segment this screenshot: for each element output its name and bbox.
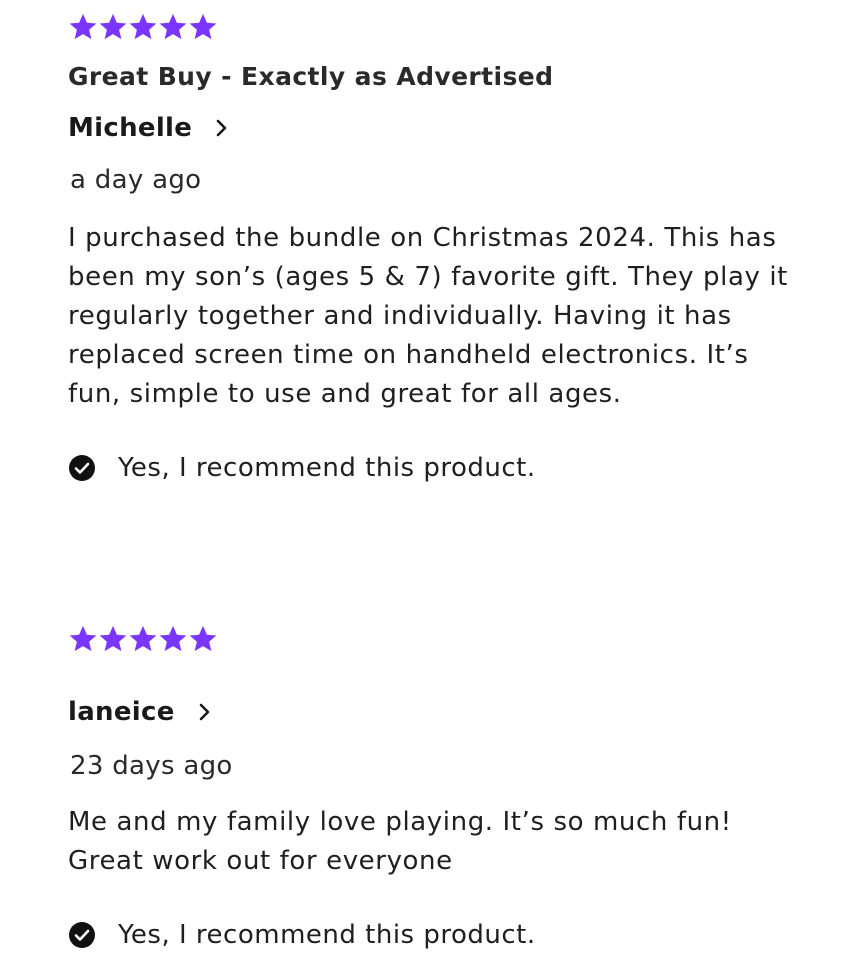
chevron-right-icon[interactable] (197, 700, 213, 724)
star-icon (188, 624, 218, 654)
star-icon (188, 12, 218, 42)
chevron-right-icon[interactable] (214, 116, 230, 140)
star-icon (68, 624, 98, 654)
star-icon (128, 624, 158, 654)
star-icon (98, 624, 128, 654)
review-date: 23 days ago (70, 751, 233, 781)
review-date: a day ago (70, 165, 202, 195)
review-title: Great Buy - Exactly as Advertised (68, 62, 554, 91)
review-body: Me and my family love playing. It’s so m… (68, 807, 732, 876)
star-icon (68, 12, 98, 42)
star-icon (128, 12, 158, 42)
checkmark-circle-icon (68, 921, 96, 949)
author-link[interactable]: Michelle (68, 108, 788, 148)
review-card: laneice 23 days ago Me and my family lov… (68, 624, 788, 953)
star-rating (68, 12, 788, 46)
author-link[interactable]: laneice (68, 692, 788, 732)
recommend-row: Yes, I recommend this product. (68, 450, 788, 486)
author-name[interactable]: laneice (68, 697, 175, 727)
star-icon (158, 624, 188, 654)
star-icon (158, 12, 188, 42)
star-icon (98, 12, 128, 42)
review-body: I purchased the bundle on Christmas 2024… (68, 223, 788, 409)
recommend-text: Yes, I recommend this product. (118, 453, 536, 483)
recommend-row: Yes, I recommend this product. (68, 917, 788, 953)
review-card: Great Buy - Exactly as Advertised Michel… (68, 12, 788, 486)
checkmark-circle-icon (68, 454, 96, 482)
author-name[interactable]: Michelle (68, 113, 192, 143)
star-rating (68, 624, 788, 658)
recommend-text: Yes, I recommend this product. (118, 920, 536, 950)
